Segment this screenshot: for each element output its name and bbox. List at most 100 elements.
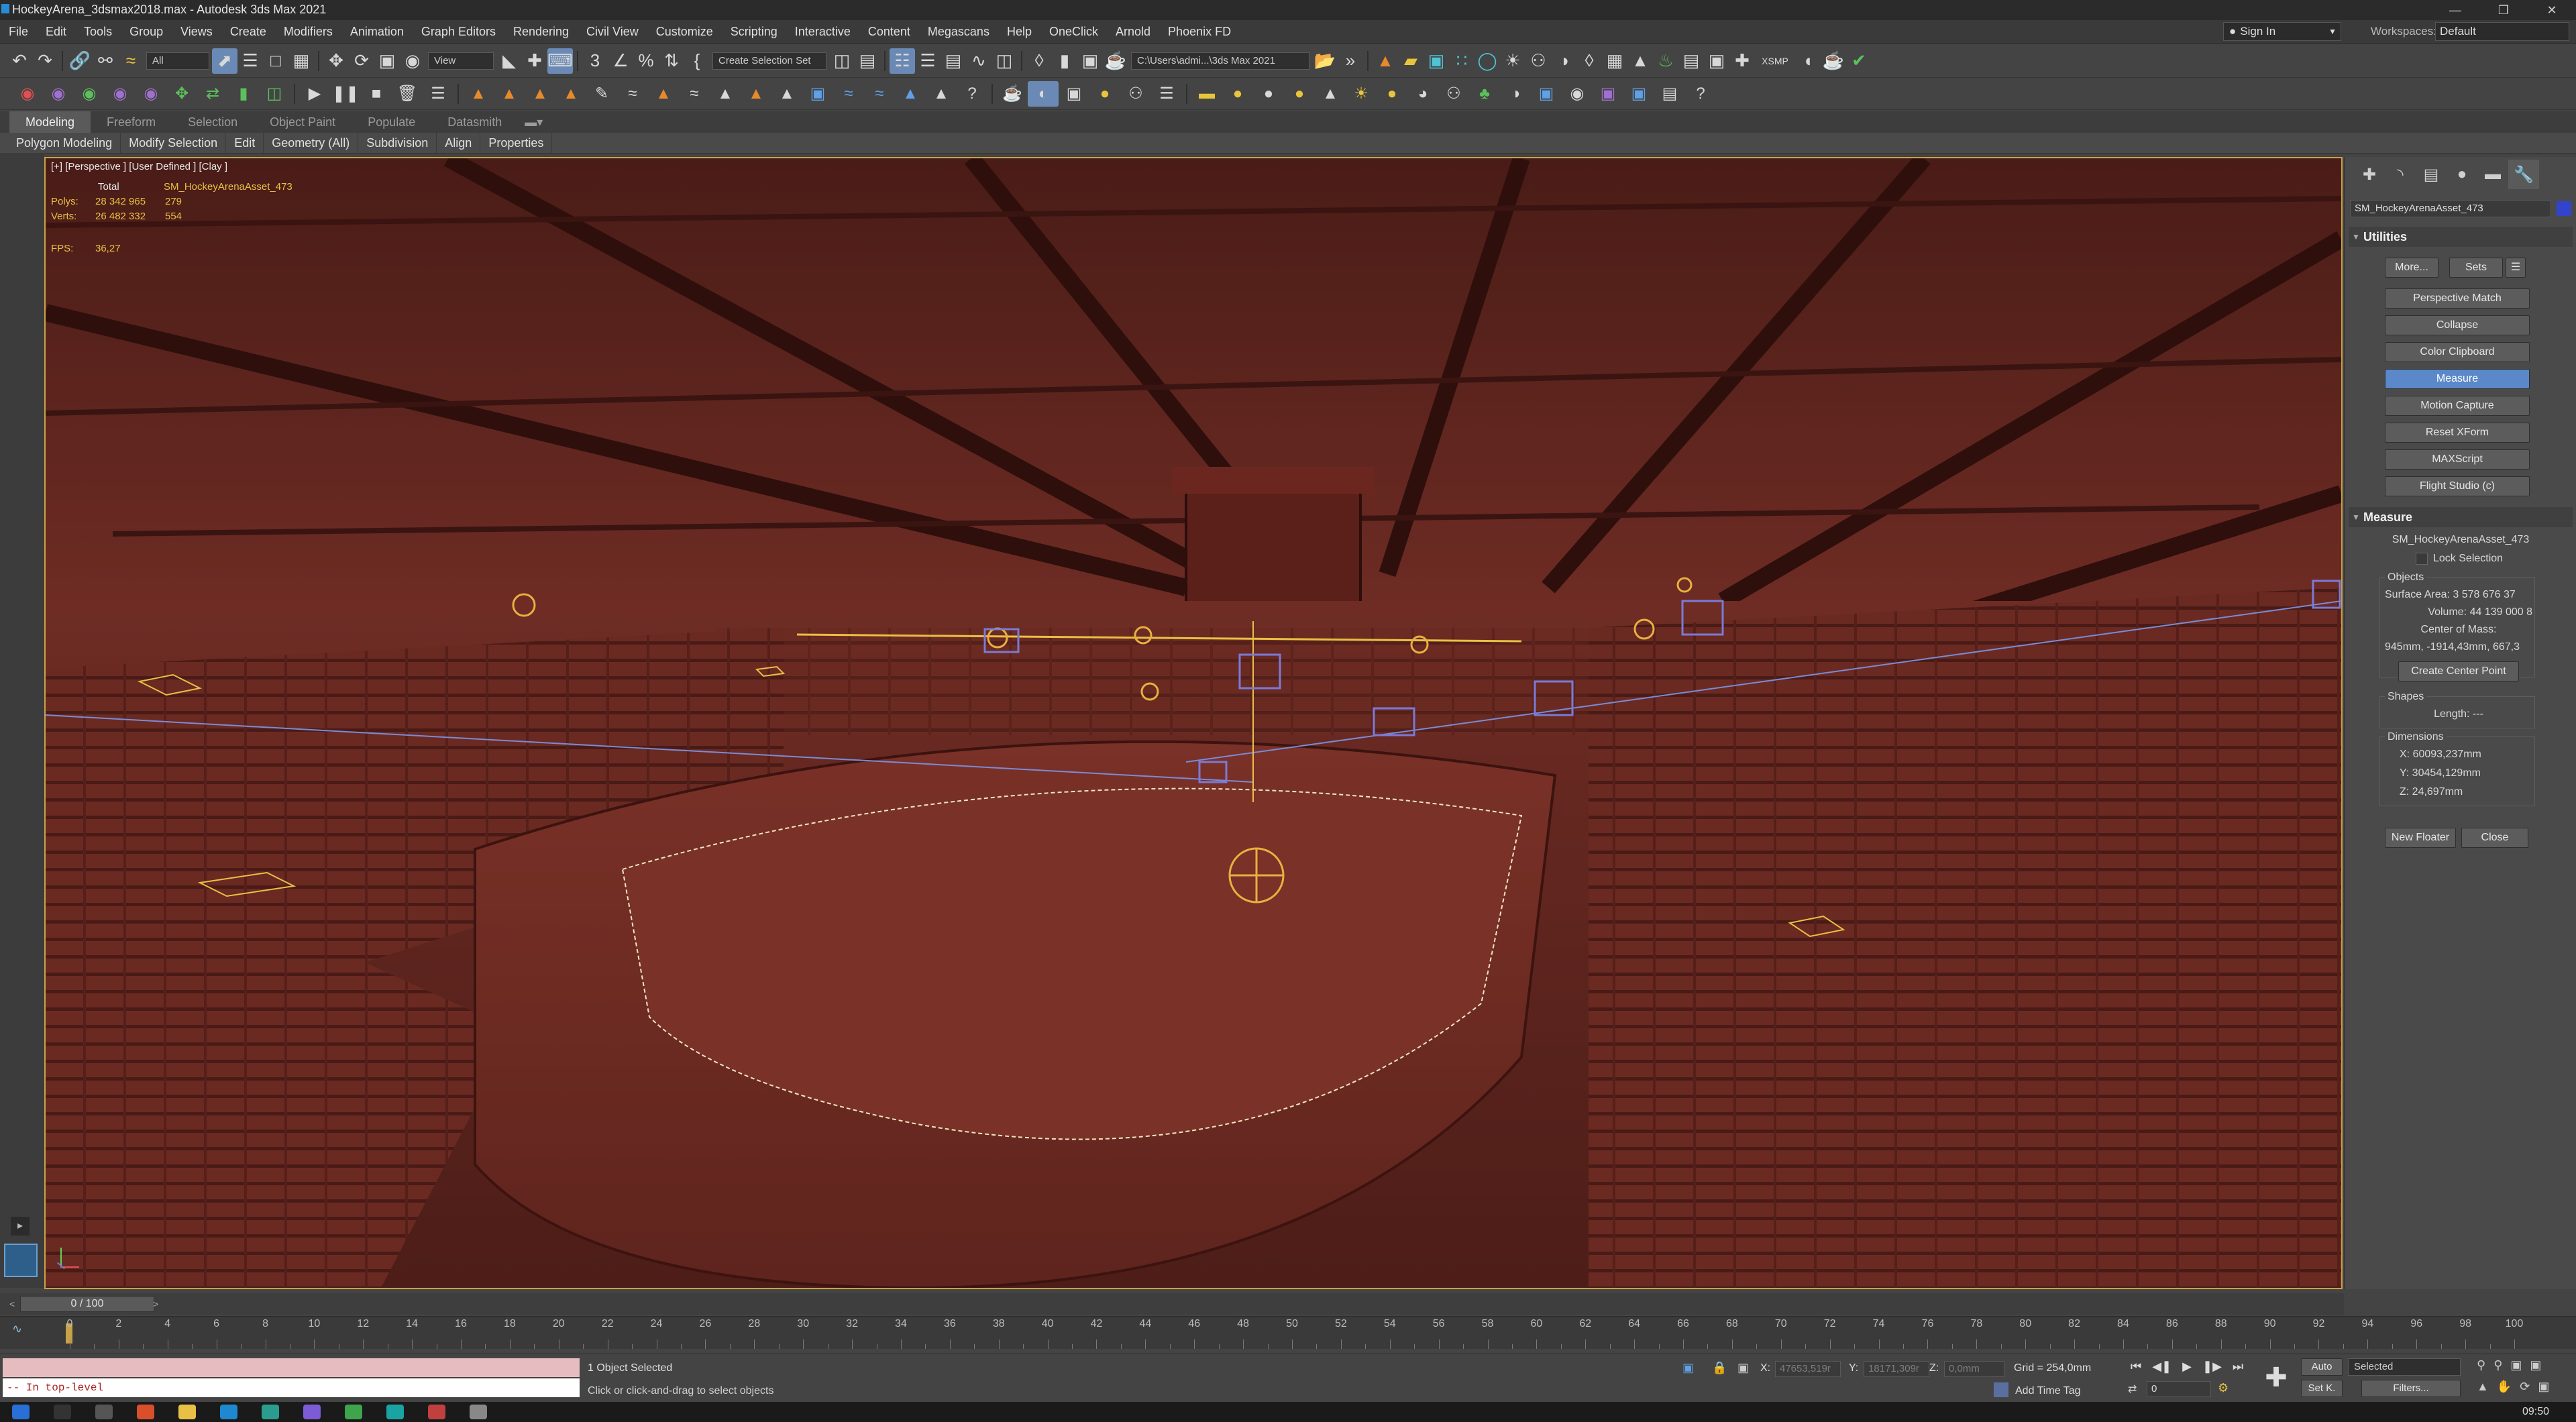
menu-megascans[interactable]: Megascans [919,20,998,43]
wave-icon[interactable]: ≈ [833,81,864,107]
play-icon[interactable]: ▶ [299,81,330,107]
disc-light-icon[interactable]: ● [1222,81,1253,107]
more-tools-icon[interactable]: » [1338,48,1363,74]
fur-icon[interactable]: ▲ [1627,48,1653,74]
move-icon[interactable]: ✥ [323,48,349,74]
vray-proxy-icon[interactable]: ◉ [74,81,105,107]
material-editor-icon[interactable]: ◊ [1026,48,1052,74]
boat-icon[interactable]: ▲ [926,81,957,107]
panel-subdivision[interactable]: Subdivision [358,133,437,153]
taskbar-app-icon[interactable] [303,1405,321,1419]
next-key-icon[interactable]: ❚▶ [2202,1360,2222,1374]
menu-help[interactable]: Help [998,20,1040,43]
key-filter-select[interactable]: Selected [2348,1358,2461,1376]
taskbar-app-icon[interactable] [262,1405,279,1419]
atmosphere-icon[interactable]: ◑ [1500,81,1531,107]
material-library-icon[interactable]: ▣ [1593,81,1623,107]
camera-tool-icon[interactable]: ⚇ [1120,81,1151,107]
maxscript-listener[interactable]: -- In top-level [3,1358,580,1397]
play-animation-icon[interactable]: ▶ [2182,1360,2192,1374]
vray-fur-icon[interactable]: ◉ [105,81,136,107]
minimize-button[interactable]: — [2436,0,2474,20]
safe-frame-icon[interactable]: ▣ [1704,48,1729,74]
panel-properties[interactable]: Properties [480,133,553,153]
orbit-icon[interactable]: ⟳ [2520,1380,2530,1394]
window-crossing-icon[interactable]: ▦ [288,48,314,74]
panel-modify-selection[interactable]: Modify Selection [121,133,227,153]
expand-arrow-icon[interactable]: ▸ [11,1217,30,1236]
menu-modifiers[interactable]: Modifiers [275,20,341,43]
set-key-button[interactable]: Set K. [2301,1380,2343,1397]
taskbar-app-icon[interactable] [428,1405,445,1419]
tab-modeling[interactable]: Modeling [9,111,91,133]
vray-material-icon[interactable]: ◉ [43,81,74,107]
add-time-tag[interactable]: Add Time Tag [2015,1385,2081,1397]
utilities-rollout-header[interactable]: ▼ Utilities [2349,227,2573,247]
create-tab-icon[interactable]: ✚ [2354,160,2385,189]
object-name-field[interactable]: SM_HockeyArenaAsset_473 [2350,200,2551,217]
listener-input[interactable]: -- In top-level [3,1378,580,1397]
menu-arnold[interactable]: Arnold [1107,20,1159,43]
stop-icon[interactable]: ■ [361,81,392,107]
file-explorer-icon[interactable] [178,1405,196,1419]
panel-polygon-modeling[interactable]: Polygon Modeling [8,133,121,153]
motion-tab-icon[interactable]: ● [2447,160,2477,189]
schematic-view-icon[interactable]: ◫ [991,48,1017,74]
camera-icon[interactable]: ⚇ [1525,48,1551,74]
select-by-name-icon[interactable]: ☰ [237,48,263,74]
zoom-extents-all-icon[interactable]: ▣ [2530,1358,2541,1372]
previous-key-icon[interactable]: ◀❚ [2152,1360,2171,1374]
perspective-viewport[interactable]: [+] [Perspective ] [User Defined ] [Clay… [44,157,2343,1289]
placement-icon[interactable]: ◉ [400,48,425,74]
tab-selection[interactable]: Selection [172,111,254,133]
sun-light-icon[interactable]: ☀ [1346,81,1377,107]
forest-icon[interactable]: ▮ [228,81,259,107]
help-circle-icon[interactable]: ? [1685,81,1716,107]
vray-render-icon[interactable]: ◉ [12,81,43,107]
area-light-icon[interactable]: ▬ [1191,81,1222,107]
phoenix-grid-icon[interactable]: ∷ [1449,48,1474,74]
cloth-icon[interactable]: ≈ [617,81,648,107]
ribbon-options-icon[interactable]: ▬▾ [518,111,549,133]
close-measure-button[interactable]: Close [2461,828,2528,848]
configure-sets-icon[interactable]: ☰ [2506,258,2526,278]
unlink-icon[interactable]: ⚯ [93,48,118,74]
panel-geometry-all[interactable]: Geometry (All) [264,133,359,153]
selection-filter-select[interactable]: All [146,52,209,70]
field-of-view-icon[interactable]: ▲ [2477,1380,2489,1394]
render-setup-icon[interactable]: ▮ [1052,48,1077,74]
pause-icon[interactable]: ❚❚ [330,81,361,107]
pan-icon[interactable]: ✋ [2497,1380,2512,1394]
x-coordinate-field[interactable]: 47653,519r [1775,1361,1841,1377]
fire-grid-icon[interactable]: ▲ [525,81,555,107]
angle-snap-icon[interactable]: ∠ [608,48,633,74]
maximize-viewport-icon[interactable]: ▣ [2538,1380,2549,1394]
listener-output[interactable] [3,1358,580,1377]
snaps-toggle-icon[interactable]: 3 [582,48,608,74]
rectangular-selection-icon[interactable]: □ [263,48,288,74]
zoom-extents-icon[interactable]: ▣ [2510,1358,2522,1372]
brush-icon[interactable]: ✎ [586,81,617,107]
plugin-icon[interactable]: ♨ [1653,48,1678,74]
scatter-icon[interactable]: ⇄ [197,81,228,107]
viewport-layout-tab[interactable] [4,1244,38,1277]
menu-create[interactable]: Create [221,20,275,43]
sun-icon[interactable]: ☀ [1500,48,1525,74]
tab-object-paint[interactable]: Object Paint [254,111,352,133]
measure-button[interactable]: Measure [2385,369,2530,389]
proxy-icon[interactable]: ◊ [1576,48,1602,74]
foam-icon[interactable]: ▲ [710,81,741,107]
create-center-point-button[interactable]: Create Center Point [2398,661,2519,681]
pivot-center-icon[interactable]: ◣ [496,48,522,74]
measure-rollout-header[interactable]: ▼ Measure [2349,507,2573,527]
sign-in-dropdown[interactable]: ● Sign In ▼ [2223,22,2341,41]
skydome-icon[interactable]: ◕ [1407,81,1438,107]
menu-interactive[interactable]: Interactive [786,20,859,43]
select-manipulate-icon[interactable]: ✚ [522,48,547,74]
rendered-frame-window-icon[interactable]: ▣ [1077,48,1103,74]
key-filters-button[interactable]: Filters... [2361,1380,2461,1397]
next-frame-arrow-icon[interactable]: > [153,1296,161,1312]
motion-capture-button[interactable]: Motion Capture [2385,396,2530,416]
time-slider-thumb[interactable]: 0 / 100 [20,1296,154,1312]
help-icon[interactable]: ? [957,81,987,107]
